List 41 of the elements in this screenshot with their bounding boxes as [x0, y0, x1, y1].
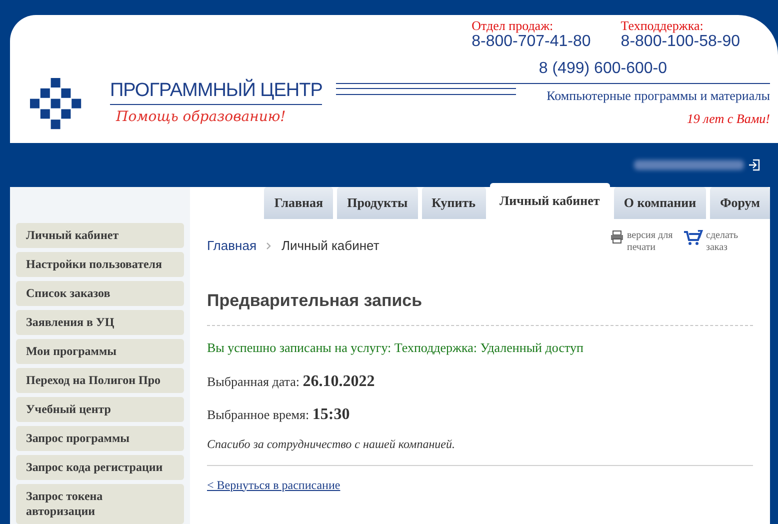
- phone-label: Техподдержка:: [620, 18, 704, 33]
- toolbar-link[interactable]: версия для печати: [610, 230, 673, 255]
- nav-tab[interactable]: Купить: [422, 187, 486, 219]
- sidebar-item[interactable]: Переход на Полигон Про: [16, 368, 184, 393]
- phone-number: 8-800-100-58-90: [620, 33, 740, 51]
- logo-title: ПРОГРАММНЫЙ ЦЕНТР: [110, 80, 322, 105]
- logout-icon[interactable]: [748, 159, 760, 171]
- toolbar-link-label: сделать заказ: [706, 230, 740, 254]
- sidebar-item[interactable]: Заявления в УЦ: [16, 310, 184, 335]
- phone-label: Отдел продаж:: [472, 18, 554, 33]
- nav-tab[interactable]: Главная: [264, 187, 334, 219]
- selected-date: Выбранная дата: 26.10.2022: [207, 372, 376, 392]
- tagline: Компьютерные программы и материалы: [546, 87, 770, 105]
- logo-slogan: Помощь образованию!: [114, 108, 287, 127]
- breadcrumb-link[interactable]: Личный кабинет: [281, 236, 380, 256]
- chevron-icon: [266, 242, 272, 250]
- breadcrumb-link[interactable]: Главная: [207, 236, 256, 256]
- toolbar-link[interactable]: сделать заказ: [683, 230, 752, 255]
- success-message: Вы успешно записаны на услугу: Техподдержка: Удаленный доступ: [207, 339, 584, 357]
- sidebar-item[interactable]: Запрос кода регистрации: [16, 455, 184, 480]
- selected-time: Выбранное время: 15:30: [207, 404, 351, 424]
- sidebar-item[interactable]: Запрос токена авторизации: [16, 484, 184, 524]
- sidebar-item[interactable]: Запрос программы: [16, 426, 184, 451]
- printer-icon: [610, 230, 624, 244]
- phone-number: 8 (499) 600-600-0: [538, 60, 667, 78]
- phone-number: 8-800-707-41-80: [472, 33, 591, 51]
- cart-icon: [683, 230, 703, 246]
- nav-tab[interactable]: Продукты: [337, 187, 418, 219]
- sidebar-item[interactable]: Мои программы: [16, 339, 184, 364]
- nav-tab[interactable]: О компании: [614, 187, 706, 219]
- toolbar-link-label: версия для печати: [627, 230, 673, 254]
- sidebar-item[interactable]: Настройки пользователя: [16, 252, 184, 277]
- years-tagline: 19 лет с Вами!: [686, 110, 770, 128]
- sidebar-item[interactable]: Список заказов: [16, 281, 184, 306]
- back-link[interactable]: < Вернуться в расписание: [207, 476, 340, 494]
- sidebar-item[interactable]: Личный кабинет: [16, 223, 184, 248]
- thanks-message: Спасибо за сотрудничество с нашей компанией.: [207, 436, 456, 452]
- page-title: Предварительная запись: [207, 291, 424, 311]
- sidebar-item[interactable]: Учебный центр: [16, 397, 184, 422]
- logo-icon: [30, 78, 82, 130]
- nav-tab[interactable]: Форум: [710, 187, 770, 219]
